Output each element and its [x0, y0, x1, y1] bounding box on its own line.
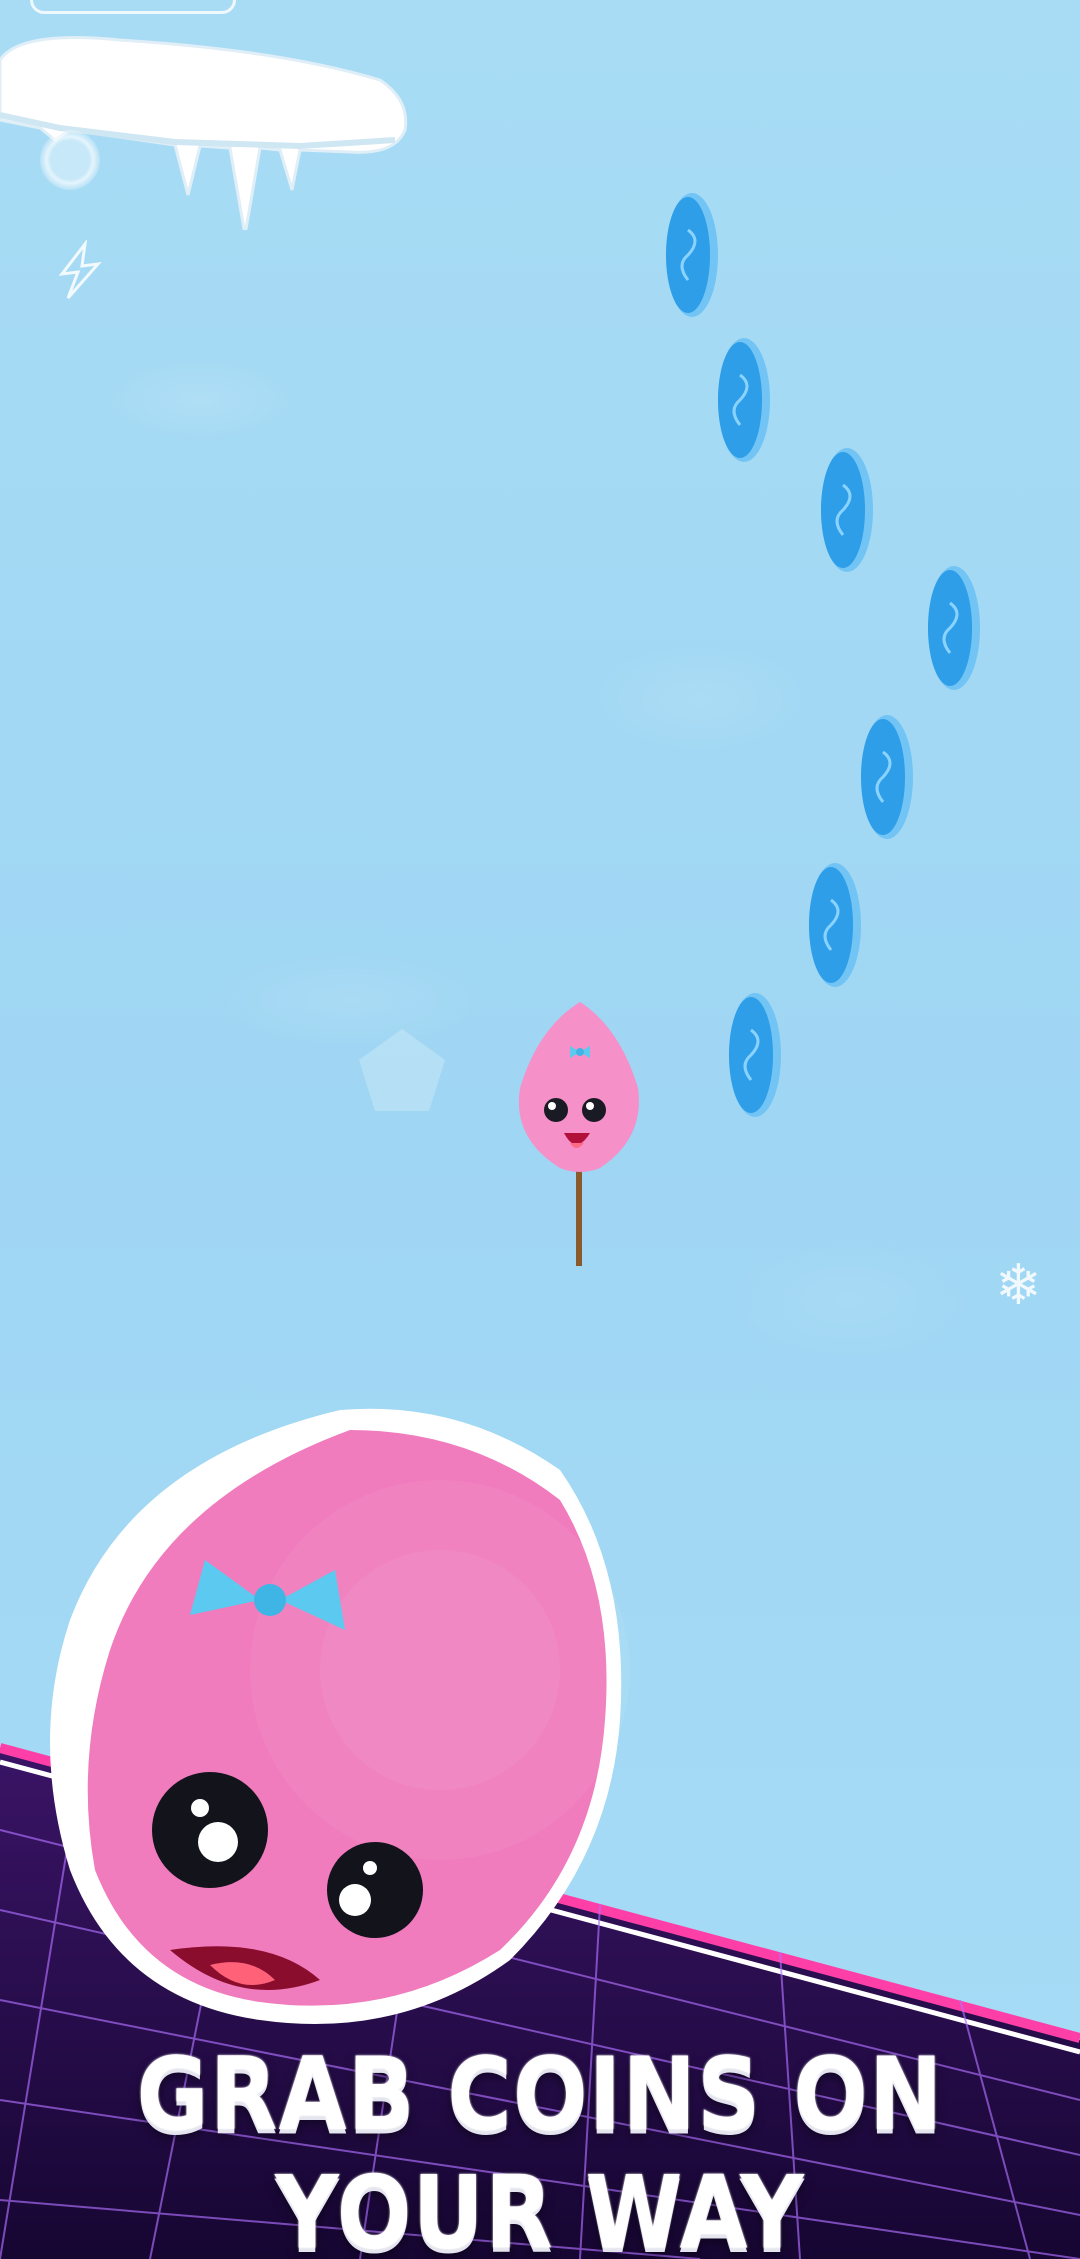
coin [922, 563, 982, 693]
cotton-candy-closeup [40, 1390, 640, 2050]
coin [855, 712, 915, 842]
snow-ledge [0, 20, 420, 236]
pentagon-icon [355, 1025, 450, 1115]
coin [723, 990, 783, 1120]
game-scene[interactable]: ❄ GRAB COINS ON YOUR WAY [0, 0, 1080, 2259]
coin [815, 445, 875, 575]
coin [803, 860, 863, 990]
top-button-outline[interactable] [30, 0, 236, 14]
promo-caption: GRAB COINS ON YOUR WAY [136, 2034, 944, 2259]
lightning-icon [50, 238, 110, 300]
coin [660, 190, 720, 320]
ring-icon [40, 130, 100, 190]
cotton-candy-character[interactable] [500, 998, 660, 1268]
snowflake-icon: ❄ [995, 1253, 1042, 1318]
coin [712, 335, 772, 465]
